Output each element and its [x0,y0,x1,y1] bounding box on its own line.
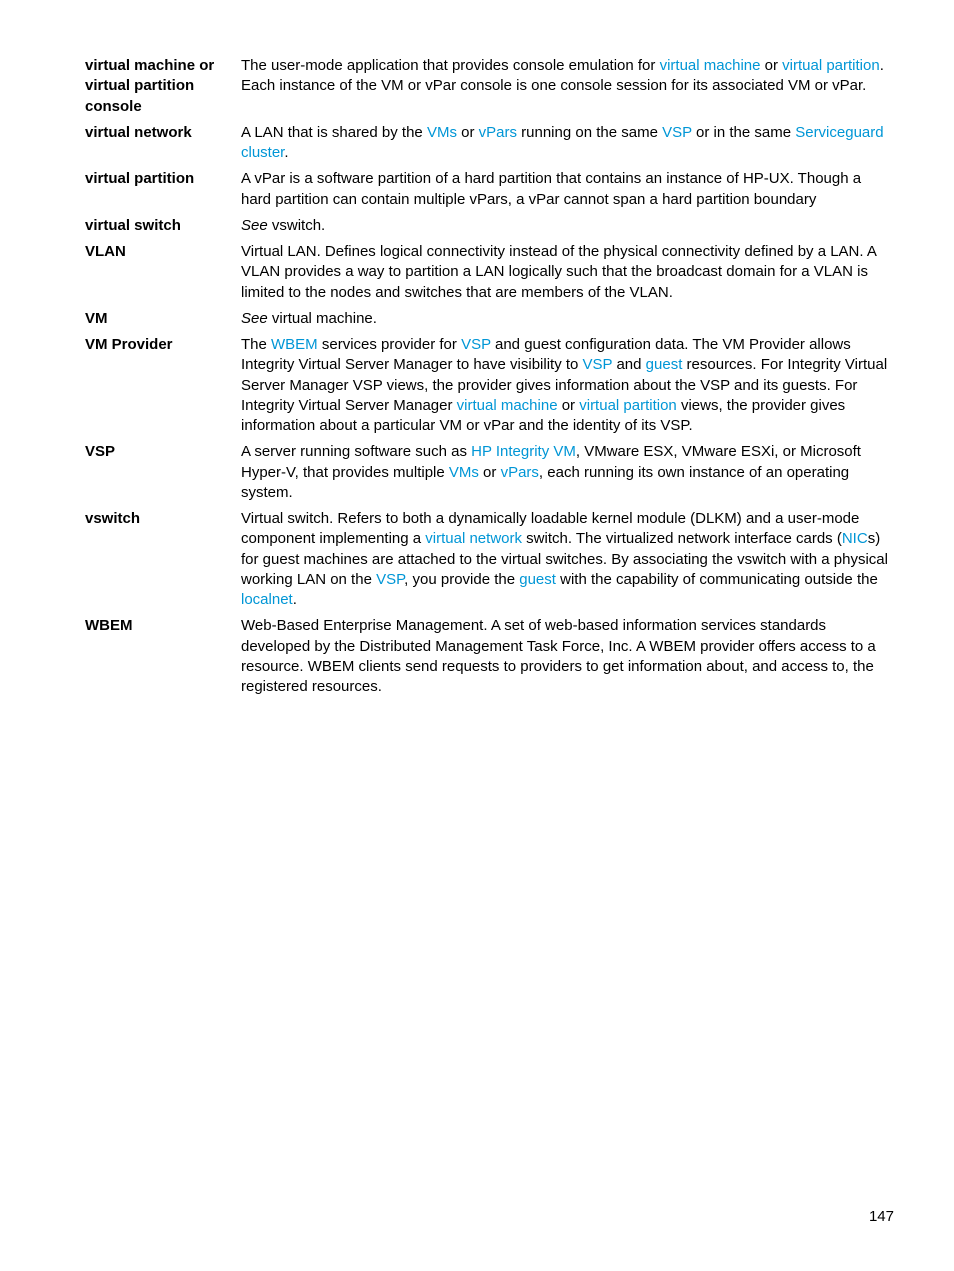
glossary-entry: WBEMWeb-Based Enterprise Management. A s… [85,616,894,697]
glossary-text: services provider for [318,336,461,353]
glossary-entry: VSPA server running software such as HP … [85,442,894,503]
glossary-text: or [457,124,479,141]
glossary-link[interactable]: HP Integrity VM [471,443,576,460]
glossary-entry: virtual networkA LAN that is shared by t… [85,123,894,164]
glossary-term: VM Provider [85,335,241,355]
glossary-link[interactable]: VSP [583,356,613,373]
glossary-link[interactable]: VMs [449,464,479,481]
glossary-text: or [558,397,580,414]
glossary-text: A LAN that is shared by the [241,124,427,141]
glossary-entry: virtual machine or virtual partition con… [85,56,894,117]
glossary-term: vswitch [85,509,241,529]
see-reference: See [241,217,268,234]
glossary-link[interactable]: localnet [241,591,293,608]
glossary-link[interactable]: vPars [479,124,517,141]
glossary-text: or [760,57,782,74]
glossary-text: running on the same [517,124,662,141]
glossary-text: Virtual LAN. Defines logical connectivit… [241,243,876,301]
glossary-text: The [241,336,271,353]
glossary-text: switch. The virtualized network interfac… [522,530,842,547]
glossary-definition: The WBEM services provider for VSP and g… [241,335,894,436]
glossary-term: VLAN [85,242,241,262]
glossary-link[interactable]: VSP [376,571,404,588]
glossary-link[interactable]: NIC [842,530,868,547]
glossary-text: . [284,144,288,161]
glossary-entry: VMSee virtual machine. [85,309,894,329]
glossary-entry: vswitchVirtual switch. Refers to both a … [85,509,894,610]
glossary-definition: A server running software such as HP Int… [241,442,894,503]
glossary-text: vswitch. [268,217,326,234]
glossary-link[interactable]: WBEM [271,336,318,353]
glossary-text: or [479,464,501,481]
glossary-text: with the capability of communicating out… [556,571,878,588]
glossary-link[interactable]: vPars [501,464,539,481]
glossary-definition: Virtual LAN. Defines logical connectivit… [241,242,894,303]
glossary-page: virtual machine or virtual partition con… [0,0,954,697]
glossary-definition: See vswitch. [241,216,894,236]
glossary-term: VM [85,309,241,329]
glossary-term: VSP [85,442,241,462]
glossary-term: WBEM [85,616,241,636]
glossary-text: The user-mode application that provides … [241,57,660,74]
glossary-definition: The user-mode application that provides … [241,56,894,97]
glossary-entry: virtual partitionA vPar is a software pa… [85,169,894,210]
glossary-term: virtual machine or virtual partition con… [85,56,241,117]
glossary-term: virtual switch [85,216,241,236]
glossary-text: and [612,356,645,373]
glossary-entries: virtual machine or virtual partition con… [85,56,894,697]
glossary-definition: Web-Based Enterprise Management. A set o… [241,616,894,697]
glossary-link[interactable]: virtual partition [579,397,677,414]
glossary-text: or in the same [692,124,795,141]
glossary-text: A vPar is a software partition of a hard… [241,170,861,207]
glossary-text: . [293,591,297,608]
glossary-term: virtual partition [85,169,241,189]
glossary-term: virtual network [85,123,241,143]
glossary-definition: A LAN that is shared by the VMs or vPars… [241,123,894,164]
glossary-entry: VM ProviderThe WBEM services provider fo… [85,335,894,436]
glossary-link[interactable]: VMs [427,124,457,141]
glossary-link[interactable]: virtual partition [782,57,880,74]
glossary-entry: VLANVirtual LAN. Defines logical connect… [85,242,894,303]
page-number: 147 [869,1208,894,1225]
see-reference: See [241,310,268,327]
glossary-text: A server running software such as [241,443,471,460]
glossary-link[interactable]: virtual machine [457,397,558,414]
glossary-link[interactable]: virtual network [425,530,522,547]
glossary-link[interactable]: virtual machine [660,57,761,74]
glossary-link[interactable]: VSP [662,124,692,141]
glossary-text: virtual machine. [268,310,377,327]
glossary-link[interactable]: guest [519,571,556,588]
glossary-definition: Virtual switch. Refers to both a dynamic… [241,509,894,610]
glossary-definition: A vPar is a software partition of a hard… [241,169,894,210]
glossary-link[interactable]: guest [646,356,683,373]
glossary-text: Web-Based Enterprise Management. A set o… [241,617,876,695]
glossary-definition: See virtual machine. [241,309,894,329]
glossary-entry: virtual switchSee vswitch. [85,216,894,236]
glossary-link[interactable]: VSP [461,336,491,353]
glossary-text: , you provide the [404,571,519,588]
